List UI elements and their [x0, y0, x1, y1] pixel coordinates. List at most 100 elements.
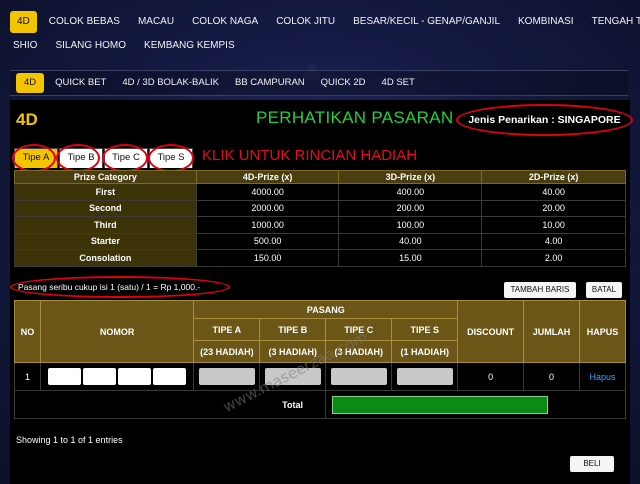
total-spacer: [193, 390, 260, 419]
column-header: Prize Category: [14, 170, 197, 184]
discount-value: 0: [457, 362, 525, 391]
draw-type-label: Jenis Penarikan : SINGAPORE: [456, 104, 633, 136]
bet-cell: [391, 362, 459, 391]
amount-value: 0: [523, 362, 580, 391]
add-row-button[interactable]: TAMBAH BARIS: [504, 282, 576, 298]
bet-cell: [325, 362, 393, 391]
nav-item-colok-naga[interactable]: COLOK NAGA: [183, 11, 267, 33]
prize-value: 40.00: [338, 232, 483, 250]
subnav-item-quick-2d[interactable]: QUICK 2D: [313, 73, 374, 93]
highlight-ring: [102, 144, 148, 172]
prize-category: Consolation: [14, 249, 197, 267]
total-spacer: [13, 390, 194, 419]
nav-item-4d[interactable]: 4D: [10, 11, 37, 33]
prize-value: 10.00: [481, 216, 626, 234]
nav-item-macau[interactable]: MACAU: [129, 11, 183, 33]
main-panel: 4D PERHATIKAN PASARAN Jenis Penarikan : …: [10, 100, 633, 484]
subnav-item-quick-bet[interactable]: QUICK BET: [47, 73, 114, 93]
prize-category: Second: [14, 199, 197, 217]
subnav-item-4d-set[interactable]: 4D SET: [374, 73, 423, 93]
nav-item-kombinasi[interactable]: KOMBINASI: [509, 11, 583, 33]
prize-table: Prize Category 4D-Prize (x) 3D-Prize (x)…: [14, 170, 626, 267]
delete-link[interactable]: Hapus: [589, 372, 615, 382]
prize-value: 2.00: [481, 249, 626, 267]
bet-input-tipe-c[interactable]: [330, 368, 387, 385]
column-header: PASANG: [193, 300, 459, 319]
table-row: 1 0 0 Hapus: [14, 362, 626, 391]
column-header: TIPE A: [193, 318, 261, 341]
game-type-nav-row-1: 4D COLOK BEBAS MACAU COLOK NAGA COLOK JI…: [10, 10, 640, 34]
nav-item-tengah-tepi[interactable]: TENGAH TEPI: [583, 11, 640, 33]
bet-input-tipe-b[interactable]: [264, 368, 321, 385]
prize-value: 40.00: [481, 183, 626, 201]
column-subheader: (3 HADIAH): [325, 340, 393, 363]
cancel-button[interactable]: BATAL: [586, 282, 622, 298]
nav-item-shio[interactable]: SHIO: [4, 35, 46, 57]
nav-item-kembang-kempis[interactable]: KEMBANG KEMPIS: [135, 35, 244, 57]
bet-cell: [259, 362, 327, 391]
market-notice: PERHATIKAN PASARAN: [256, 108, 454, 127]
prize-value: 4.00: [481, 232, 626, 250]
page-title: 4D: [16, 110, 38, 129]
highlight-ring: [148, 144, 194, 172]
prize-category: Starter: [14, 232, 197, 250]
bet-cell: [193, 362, 261, 391]
column-header: TIPE S: [391, 318, 459, 341]
column-header: NO: [14, 300, 41, 363]
prize-table-header: Prize Category 4D-Prize (x) 3D-Prize (x)…: [14, 170, 626, 184]
nav-item-silang-homo[interactable]: SILANG HOMO: [46, 35, 135, 57]
buy-button[interactable]: BELI: [570, 456, 614, 472]
total-label: Total: [259, 390, 327, 419]
highlight-ring: [12, 144, 56, 172]
column-header: DISCOUNT: [457, 300, 525, 363]
digit-input-1[interactable]: [48, 368, 82, 385]
bet-order-table: NO NOMOR PASANG DISCOUNT JUMLAH HAPUS TI…: [13, 300, 626, 419]
number-inputs: [39, 362, 195, 391]
column-header: HAPUS: [579, 300, 626, 363]
digit-input-4[interactable]: [153, 368, 187, 385]
subnav-item-4d[interactable]: 4D: [16, 73, 45, 93]
column-subheader: (23 HADIAH): [193, 340, 261, 363]
game-type-nav: 4D COLOK BEBAS MACAU COLOK NAGA COLOK JI…: [10, 8, 640, 60]
table-row: First 4000.00 400.00 40.00: [14, 183, 626, 201]
nav-item-colok-jitu[interactable]: COLOK JITU: [267, 11, 344, 33]
column-header: 2D-Prize (x): [481, 170, 626, 184]
subnav-item-bb-campuran[interactable]: BB CAMPURAN: [227, 73, 313, 93]
table-row: Second 2000.00 200.00 20.00: [14, 199, 626, 217]
column-subheader: (1 HADIAH): [391, 340, 459, 363]
column-header: TIPE C: [325, 318, 393, 341]
prize-category: First: [14, 183, 197, 201]
table-row: Starter 500.00 40.00 4.00: [14, 232, 626, 250]
prize-value: 20.00: [481, 199, 626, 217]
prize-category: Third: [14, 216, 197, 234]
pasang-note: Pasang seribu cukup isi 1 (satu) / 1 = R…: [10, 276, 230, 298]
bet-input-tipe-s[interactable]: [396, 368, 453, 385]
column-header: 4D-Prize (x): [195, 170, 340, 184]
prize-value: 100.00: [338, 216, 483, 234]
subnav-item-bolak-balik[interactable]: 4D / 3D BOLAK-BALIK: [114, 73, 227, 93]
prize-value: 4000.00: [195, 183, 340, 201]
nav-item-colok-bebas[interactable]: COLOK BEBAS: [40, 11, 129, 33]
table-row: Third 1000.00 100.00 10.00: [14, 216, 626, 234]
prize-value: 200.00: [338, 199, 483, 217]
bet-mode-nav: 4D QUICK BET 4D / 3D BOLAK-BALIK BB CAMP…: [10, 70, 628, 96]
digit-input-2[interactable]: [83, 368, 117, 385]
table-row: Consolation 150.00 15.00 2.00: [14, 249, 626, 267]
digit-input-3[interactable]: [118, 368, 152, 385]
prize-value: 15.00: [338, 249, 483, 267]
prize-value: 500.00: [195, 232, 340, 250]
game-type-nav-row-2: SHIO SILANG HOMO KEMBANG KEMPIS: [4, 34, 244, 58]
nav-item-besar-kecil[interactable]: BESAR/KECIL - GENAP/GANJIL: [344, 11, 509, 33]
column-header: NOMOR: [39, 300, 195, 363]
entries-info: Showing 1 to 1 of 1 entries: [16, 435, 123, 445]
column-subheader: (3 HADIAH): [259, 340, 327, 363]
click-note: KLIK UNTUK RINCIAN HADIAH: [202, 147, 418, 164]
bet-input-tipe-a[interactable]: [198, 368, 255, 385]
prize-value: 2000.00: [195, 199, 340, 217]
prize-value: 400.00: [338, 183, 483, 201]
total-amount-field: [332, 395, 549, 414]
column-header: 3D-Prize (x): [338, 170, 483, 184]
highlight-ring: [56, 144, 100, 172]
total-cell: [325, 390, 626, 419]
prize-value: 150.00: [195, 249, 340, 267]
